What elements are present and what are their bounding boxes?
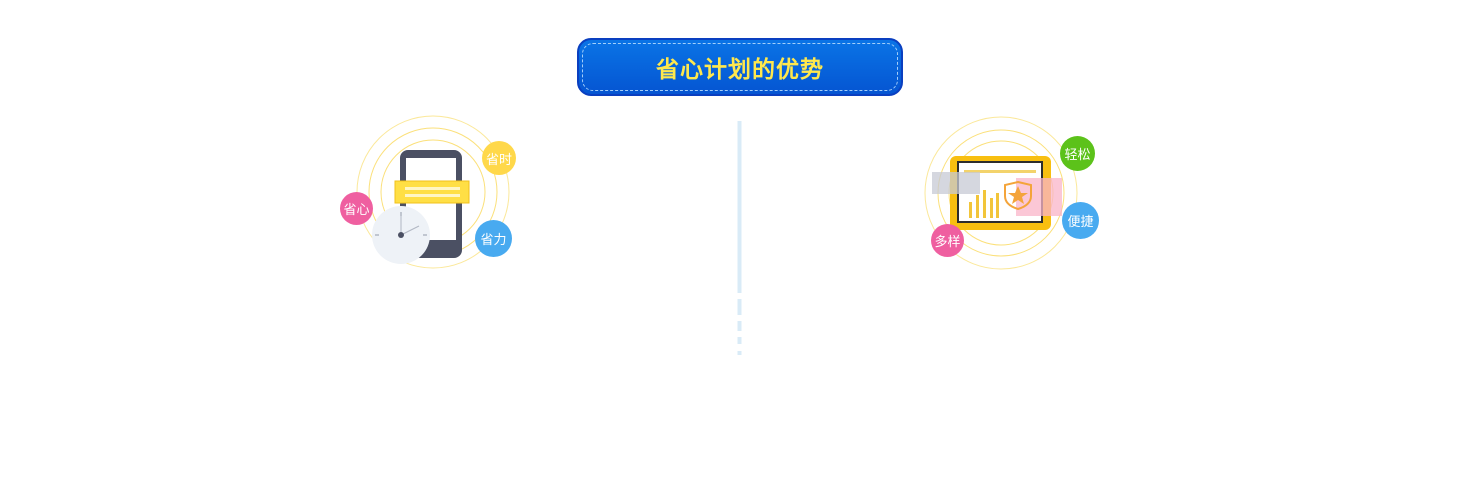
convenient-label: 便捷 [1067,215,1094,230]
save-time-label: 省时 [485,152,512,168]
peace-of-mind-label: 省心 [343,203,370,218]
time-saving-illustration: 省时 省心 省力 [335,110,525,280]
peace-of-mind-badge: 省心 [340,192,373,225]
easy-badge: 轻松 [1060,136,1095,171]
easy-label: 轻松 [1064,148,1091,163]
advantages-title: 省心计划的优势 [656,57,824,83]
advantages-title-button[interactable]: 省心计划的优势 [577,38,903,96]
convenient-badge: 便捷 [1062,202,1099,239]
varied-badge: 多样 [931,224,964,257]
convenience-illustration: 轻松 便捷 多样 [920,110,1110,280]
save-effort-label: 省力 [480,233,507,248]
varied-label: 多样 [934,235,961,250]
save-time-badge: 省时 [482,141,516,175]
vertical-divider [737,121,742,355]
save-effort-badge: 省力 [475,220,512,257]
